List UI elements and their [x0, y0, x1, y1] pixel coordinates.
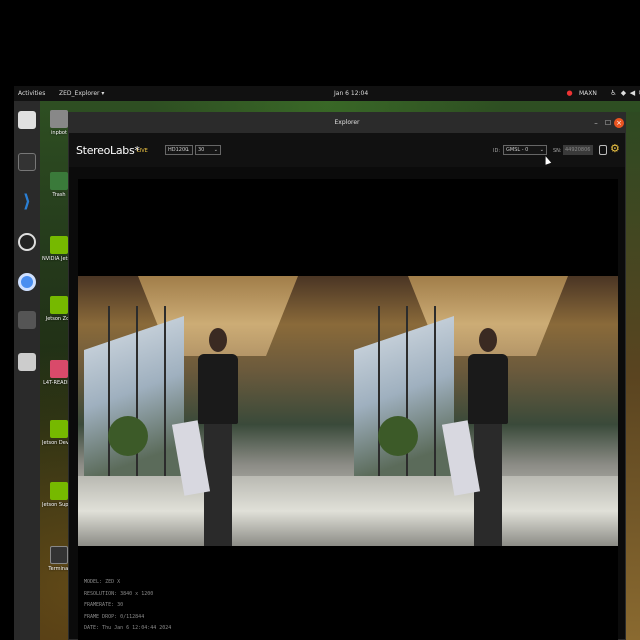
id-label: ID: — [493, 148, 501, 154]
drive-icon[interactable] — [18, 353, 36, 371]
app-icon[interactable] — [18, 311, 36, 329]
power-mode-label[interactable]: MAXN — [579, 90, 597, 97]
volume-icon[interactable]: ◀ — [629, 89, 636, 97]
chevron-down-icon: ⌄ — [539, 147, 544, 153]
activities-button[interactable]: Activities — [18, 90, 45, 97]
gear-icon[interactable]: ⚙ — [610, 143, 620, 155]
dock: ⟩ — [14, 101, 40, 640]
close-button[interactable]: × — [614, 118, 624, 128]
model-text: MODEL: ZED X — [84, 579, 121, 585]
minimize-button[interactable]: – — [591, 118, 601, 128]
clock[interactable]: Jan 6 12:04 — [334, 90, 368, 97]
framerate-text: FRAMERATE: 30 — [84, 602, 124, 608]
camera-icon[interactable] — [599, 145, 607, 155]
chromium-icon[interactable] — [18, 273, 36, 291]
toolbar: StereoLabs* LIVE HD1200 ⌄ 30 ⌄ ID: GMSL - … — [69, 133, 625, 167]
nvidia-icon — [50, 296, 68, 314]
live-badge: LIVE — [137, 148, 148, 154]
sn-label: SN: — [553, 148, 562, 154]
desktop-screen: Activities ZED_Explorer ▾ Jan 6 12:04 ● … — [0, 0, 640, 640]
app-menu[interactable]: ZED_Explorer ▾ — [59, 90, 104, 97]
accessibility-icon[interactable]: ♿ — [610, 89, 617, 97]
nvidia-icon — [50, 482, 68, 500]
wallpaper-edge — [626, 112, 640, 640]
nvidia-tray-icon[interactable]: ● — [566, 89, 573, 97]
fps-select[interactable]: 30 ⌄ — [195, 145, 221, 155]
right-camera-image — [348, 276, 618, 546]
nvidia-icon — [50, 236, 68, 254]
obs-icon[interactable] — [18, 233, 36, 251]
folder-icon — [50, 110, 68, 128]
window-title: Explorer — [334, 119, 360, 126]
files-icon[interactable] — [18, 111, 36, 129]
terminal-icon — [50, 546, 68, 564]
terminal-icon[interactable] — [18, 153, 36, 171]
stereolabs-logo: StereoLabs* — [76, 144, 140, 157]
camera-id-select[interactable]: GMSL - 0 ⌄ — [503, 145, 547, 155]
top-bar: Activities ZED_Explorer ▾ Jan 6 12:04 ● … — [14, 86, 640, 101]
document-icon — [50, 360, 68, 378]
date-text: DATE: Thu Jan 6 12:04:44 2024 — [84, 625, 172, 631]
resolution-select[interactable]: HD1200 ⌄ — [165, 145, 193, 155]
video-viewer[interactable]: MODEL: ZED X RESOLUTION: 3840 x 1200 FRA… — [78, 179, 618, 640]
serial-number-field[interactable]: 44920806 — [563, 145, 593, 155]
chevron-down-icon: ⌄ — [213, 147, 218, 153]
vscode-icon[interactable]: ⟩ — [18, 193, 36, 211]
trash-icon — [50, 172, 68, 190]
frame-drop-text: FRAME DROP: 0/112844 — [84, 613, 145, 620]
title-bar[interactable]: Explorer – ☐ × — [69, 113, 625, 133]
chevron-down-icon: ⌄ — [185, 147, 190, 153]
stereo-video-feed — [78, 276, 618, 546]
resolution-text: RESOLUTION: 3840 x 1200 — [84, 590, 154, 597]
maximize-button[interactable]: ☐ — [603, 118, 613, 128]
left-camera-image — [78, 276, 348, 546]
nvidia-icon — [50, 420, 68, 438]
camera-metadata: MODEL: ZED X RESOLUTION: 3840 x 1200 FRA… — [84, 577, 171, 635]
network-icon[interactable]: ◆ — [620, 89, 627, 97]
explorer-window: Explorer – ☐ × StereoLabs* LIVE HD1200 ⌄ … — [68, 112, 626, 640]
